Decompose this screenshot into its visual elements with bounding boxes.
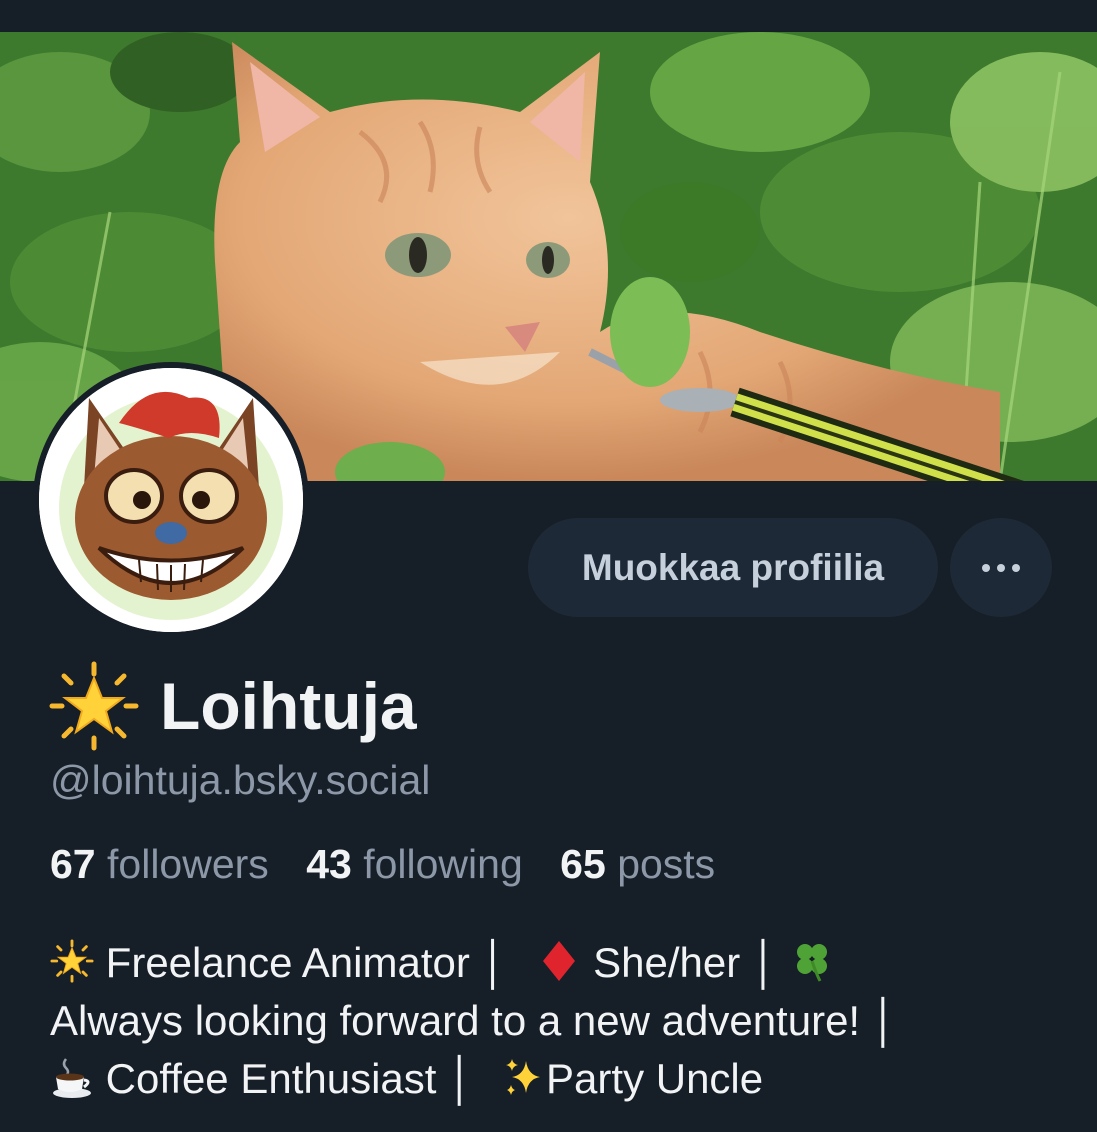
bio-pronouns-text: She/her │ (593, 939, 779, 986)
profile-name-row: Loihtuja (48, 658, 417, 754)
bio-coffee-text: Coffee Enthusiast │ (105, 1055, 475, 1102)
followers-stat[interactable]: 67 followers (50, 841, 269, 887)
avatar[interactable] (33, 362, 309, 638)
profile-handle: @loihtuja.bsky.social (50, 757, 431, 803)
top-status-bar (0, 0, 1097, 32)
followers-count: 67 (50, 841, 96, 887)
posts-stat: 65 posts (560, 841, 715, 887)
sparkles-icon (502, 1055, 546, 1099)
bio-line-2: Always looking forward to a new adventur… (50, 992, 1060, 1050)
bio-line-1: Freelance Animator │ She/her │ (50, 934, 1060, 992)
profile-stats: 67 followers 43 following 65 posts (50, 838, 741, 890)
bio-adventure-text: Always looking forward to a new adventur… (50, 997, 899, 1044)
four-leaf-clover-icon (790, 939, 834, 983)
following-stat[interactable]: 43 following (306, 841, 523, 887)
avatar-image (39, 368, 303, 632)
bio-party-text: Party Uncle (546, 1055, 764, 1102)
following-label: following (363, 841, 523, 887)
display-name: Loihtuja (160, 669, 417, 743)
bio-line-3: Coffee Enthusiast │ Party Uncle (50, 1050, 1060, 1108)
glowing-star-icon (50, 939, 94, 983)
profile-bio: Freelance Animator │ She/her │ Always lo… (50, 934, 1060, 1108)
glowing-star-icon (48, 660, 140, 752)
edit-profile-button[interactable]: Muokkaa profiilia (528, 518, 938, 617)
ellipsis-icon (981, 558, 1021, 577)
posts-label: posts (617, 841, 716, 887)
coffee-cup-icon (50, 1055, 94, 1099)
bio-role-text: Freelance Animator │ (105, 939, 508, 986)
more-options-button[interactable] (950, 518, 1052, 617)
followers-label: followers (107, 841, 269, 887)
posts-count: 65 (560, 841, 606, 887)
red-diamond-icon (537, 939, 581, 983)
following-count: 43 (306, 841, 352, 887)
